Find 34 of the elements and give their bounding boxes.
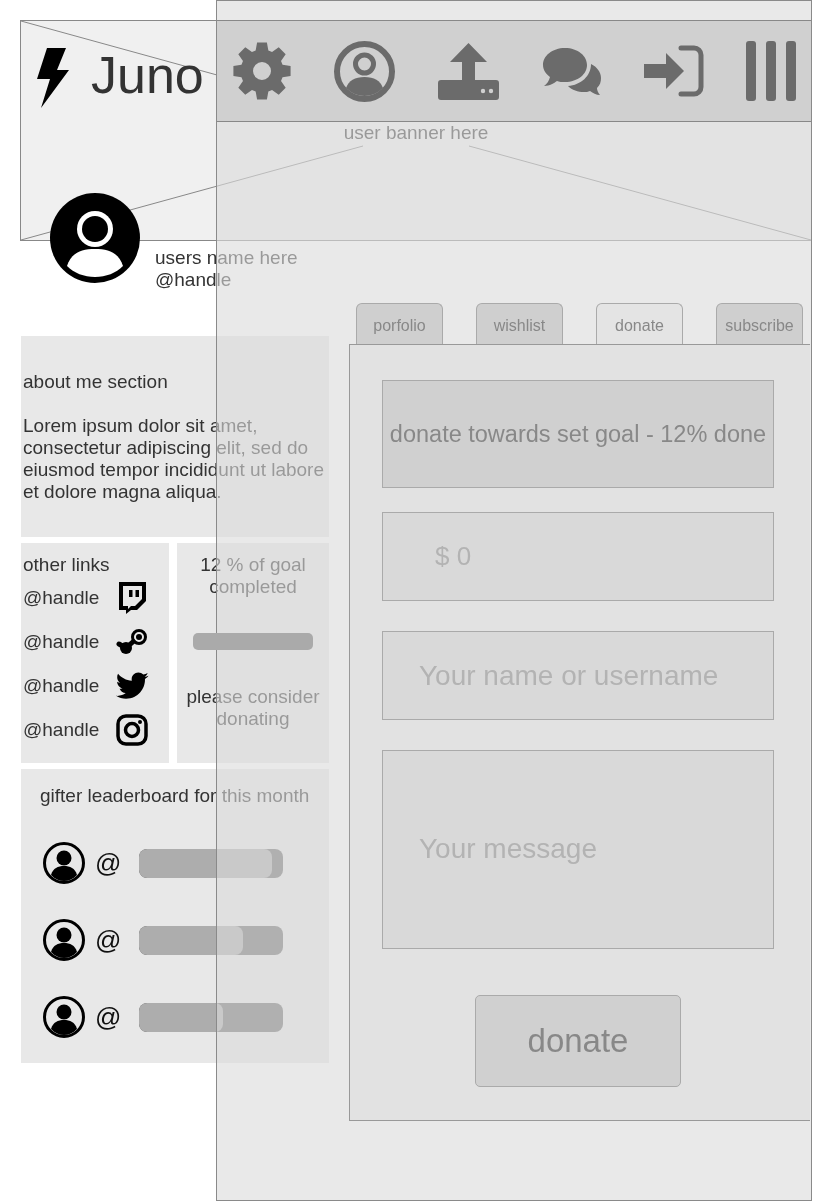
logo-text: Juno	[91, 45, 204, 105]
avatar-icon	[50, 193, 140, 283]
user-handle: @	[95, 848, 122, 878]
settings-icon[interactable]	[232, 41, 292, 101]
leaderboard-title: gifter leaderboard for this month	[40, 785, 311, 807]
links-title: other links	[23, 554, 111, 576]
sign-in-icon[interactable]	[643, 45, 704, 97]
user-handle: @	[95, 925, 122, 955]
link-handle: @handle	[23, 719, 100, 741]
tab[interactable]: wishlist	[476, 303, 563, 344]
goal-note: please consider donating	[185, 686, 321, 730]
link-handle: @handle	[23, 587, 100, 609]
twitch-icon	[116, 582, 149, 614]
about-text: Lorem ipsum dolor sit amet, consectetur adipiscing elit, sed do eiusmod tempor incididunt ut labore et dolore magna aliqua.	[23, 415, 325, 503]
user-circle-icon[interactable]	[334, 40, 396, 102]
goal-banner: donate towards set goal - 12% done	[382, 380, 774, 488]
avatar-icon	[43, 996, 85, 1038]
donate-button[interactable]: donate	[475, 995, 681, 1087]
tab[interactable]: donate	[596, 303, 683, 344]
user-handle: @	[95, 1002, 122, 1032]
bars-icon[interactable]	[745, 41, 796, 101]
tab[interactable]: subscribe	[716, 303, 803, 344]
link-handle: @handle	[23, 675, 100, 697]
twitter-icon	[116, 671, 151, 701]
instagram-icon	[116, 714, 149, 746]
about-title: about me section	[23, 371, 169, 393]
chat-bubbles-icon[interactable]	[541, 46, 602, 96]
steam-icon	[116, 628, 149, 656]
link-handle: @handle	[23, 631, 100, 653]
banner-label: user banner here	[343, 123, 489, 142]
avatar-icon	[43, 919, 85, 961]
upload-icon[interactable]	[437, 42, 499, 100]
tab[interactable]: porfolio	[356, 303, 443, 344]
avatar-icon	[43, 842, 85, 884]
